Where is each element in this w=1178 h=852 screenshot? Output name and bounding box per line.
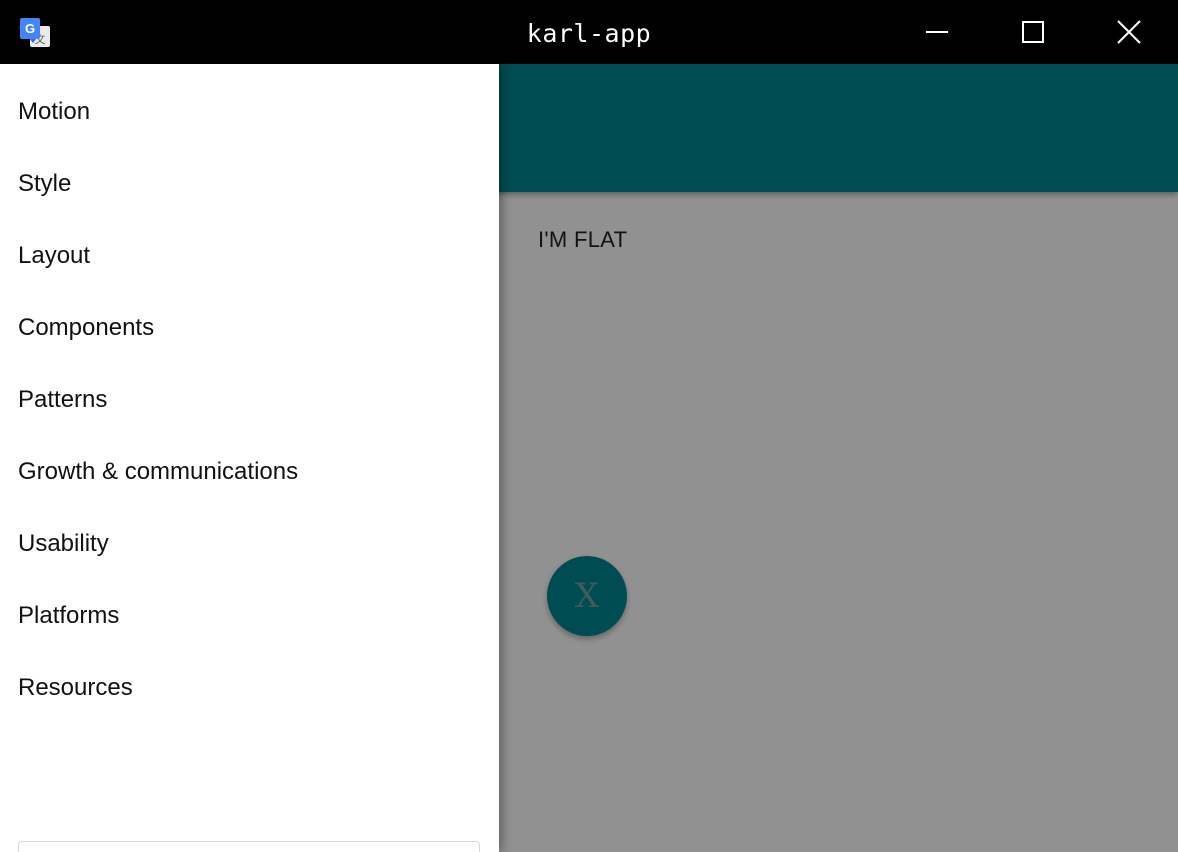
- drawer-item-resources[interactable]: Resources: [0, 652, 499, 724]
- app-content: I'M FLAT X Motion Style Layout Component…: [0, 64, 1178, 852]
- close-icon: [1117, 20, 1141, 44]
- drawer-item-style[interactable]: Style: [0, 148, 499, 220]
- drawer-item-platforms[interactable]: Platforms: [0, 580, 499, 652]
- maximize-button[interactable]: [985, 0, 1081, 64]
- drawer-item-layout[interactable]: Layout: [0, 220, 499, 292]
- drawer-item-growth-communications[interactable]: Growth & communications: [0, 436, 499, 508]
- app-window: 文 G karl-app I'M FLAT X Motion Style Lay…: [0, 0, 1178, 852]
- drawer-item-patterns[interactable]: Patterns: [0, 364, 499, 436]
- svg-text:G: G: [25, 21, 35, 36]
- drawer-item-motion[interactable]: Motion: [0, 76, 499, 148]
- minimize-icon: [926, 31, 948, 33]
- maximize-icon: [1022, 21, 1044, 43]
- google-translate-icon: 文 G: [19, 17, 51, 49]
- drawer-item-usability[interactable]: Usability: [0, 508, 499, 580]
- drawer-menu: Motion Style Layout Components Patterns …: [0, 64, 499, 724]
- drawer-item-components[interactable]: Components: [0, 292, 499, 364]
- drawer-bottom-field[interactable]: [18, 841, 480, 852]
- minimize-button[interactable]: [889, 0, 985, 64]
- close-button[interactable]: [1081, 0, 1177, 64]
- navigation-drawer: Motion Style Layout Components Patterns …: [0, 64, 499, 852]
- title-bar[interactable]: 文 G karl-app: [0, 0, 1178, 64]
